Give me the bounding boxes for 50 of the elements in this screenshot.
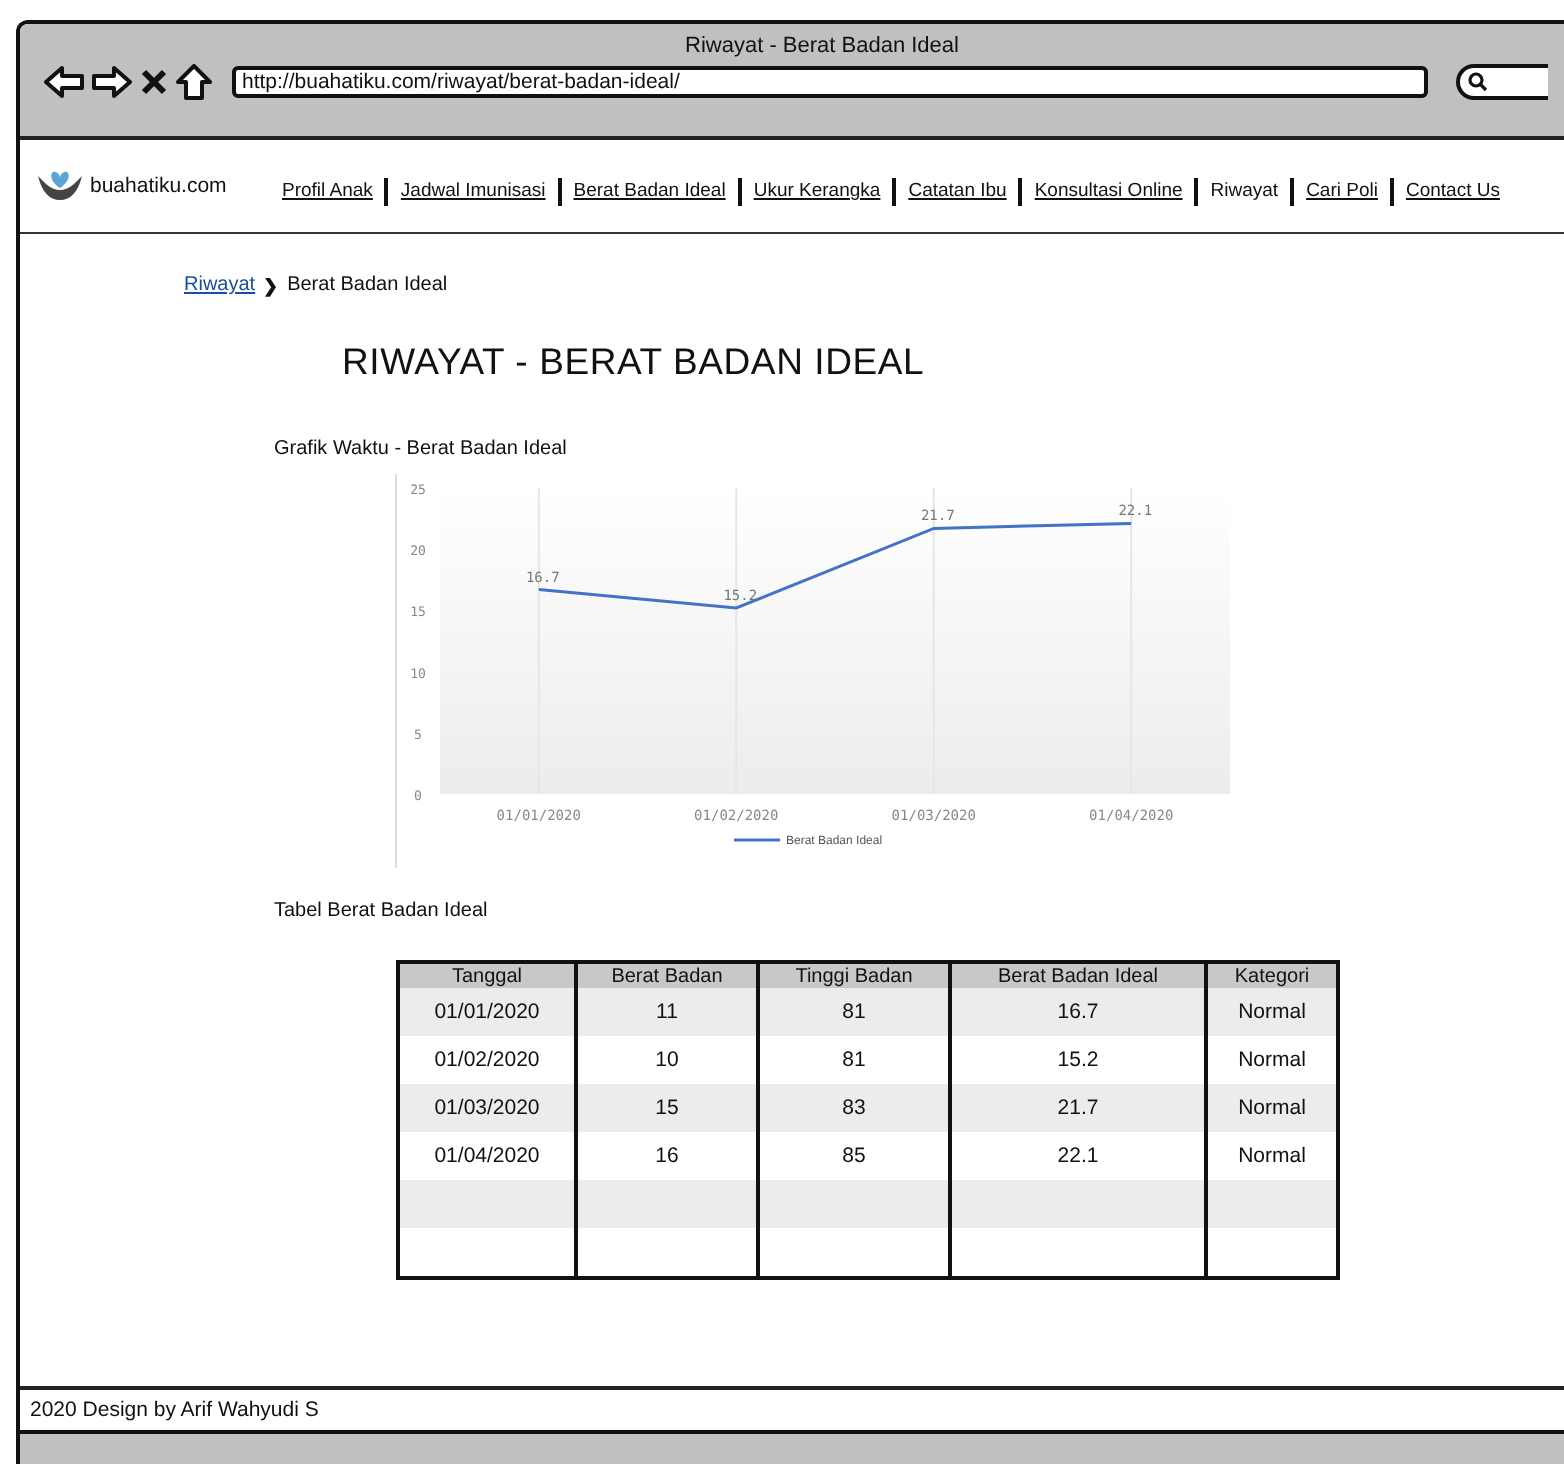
- forward-icon[interactable]: [92, 64, 132, 100]
- nav-link[interactable]: Contact Us: [1389, 178, 1512, 206]
- table-cell: 16: [576, 1132, 758, 1180]
- search-field[interactable]: [1456, 64, 1548, 100]
- close-icon[interactable]: [140, 68, 168, 96]
- table-cell: Normal: [1206, 1036, 1336, 1084]
- nav-link[interactable]: Ukur Kerangka: [737, 178, 893, 206]
- nav-link[interactable]: Profil Anak: [282, 178, 385, 206]
- section-title: Grafik Waktu - Berat Badan Ideal: [274, 438, 569, 460]
- breadcrumb-link[interactable]: Riwayat: [184, 274, 256, 296]
- table-cell: Normal: [1206, 988, 1336, 1036]
- nav-link[interactable]: Riwayat: [1194, 178, 1291, 206]
- window-title: Riwayat - Berat Badan Ideal: [685, 34, 959, 58]
- table-cell: 85: [758, 1132, 950, 1180]
- table-cell: 83: [758, 1084, 950, 1132]
- column-header: Tanggal: [400, 964, 576, 988]
- column-header: Berat Badan Ideal: [950, 964, 1206, 988]
- column-header: Kategori: [1206, 964, 1336, 988]
- breadcrumb-current: Berat Badan Ideal: [287, 274, 448, 296]
- table-cell: 15.2: [950, 1036, 1206, 1084]
- nav-link[interactable]: Catatan Ibu: [892, 178, 1019, 206]
- table-cell: 22.1: [950, 1132, 1206, 1180]
- breadcrumb-separator: ❯: [263, 275, 280, 295]
- table-cell: 01/02/2020: [400, 1036, 576, 1084]
- hands-heart-icon: [36, 168, 84, 204]
- table-cell: 10: [576, 1036, 758, 1084]
- back-icon[interactable]: [44, 64, 84, 100]
- nav-link[interactable]: Cari Poli: [1290, 178, 1390, 206]
- table-cell: 11: [576, 988, 758, 1036]
- search-icon: [1468, 72, 1488, 92]
- table-cell: 15: [576, 1084, 758, 1132]
- table-cell: 01/01/2020: [400, 988, 576, 1036]
- table-cell: 21.7: [950, 1084, 1206, 1132]
- table-cell: Normal: [1206, 1084, 1336, 1132]
- column-header: Berat Badan: [576, 964, 758, 988]
- nav-link[interactable]: Berat Badan Ideal: [557, 178, 738, 206]
- nav-link[interactable]: Jadwal Imunisasi: [384, 178, 558, 206]
- table-cell: 01/03/2020: [400, 1084, 576, 1132]
- table-cell: 16.7: [950, 988, 1206, 1036]
- column-header: Tinggi Badan: [758, 964, 950, 988]
- table-cell: 81: [758, 988, 950, 1036]
- table-cell: 01/04/2020: [400, 1132, 576, 1180]
- home-icon[interactable]: [176, 64, 212, 100]
- site-logo-text[interactable]: buahatiku.com: [90, 174, 227, 198]
- nav-link[interactable]: Konsultasi Online: [1018, 178, 1195, 206]
- table-cell: Normal: [1206, 1132, 1336, 1180]
- section-title: Tabel Berat Badan Ideal: [274, 900, 490, 922]
- table-cell: 81: [758, 1036, 950, 1084]
- address-field[interactable]: http://buahatiku.com/riwayat/berat-badan-ideal/: [232, 66, 1428, 98]
- page-heading: RIWAYAT - BERAT BADAN IDEAL: [342, 340, 927, 384]
